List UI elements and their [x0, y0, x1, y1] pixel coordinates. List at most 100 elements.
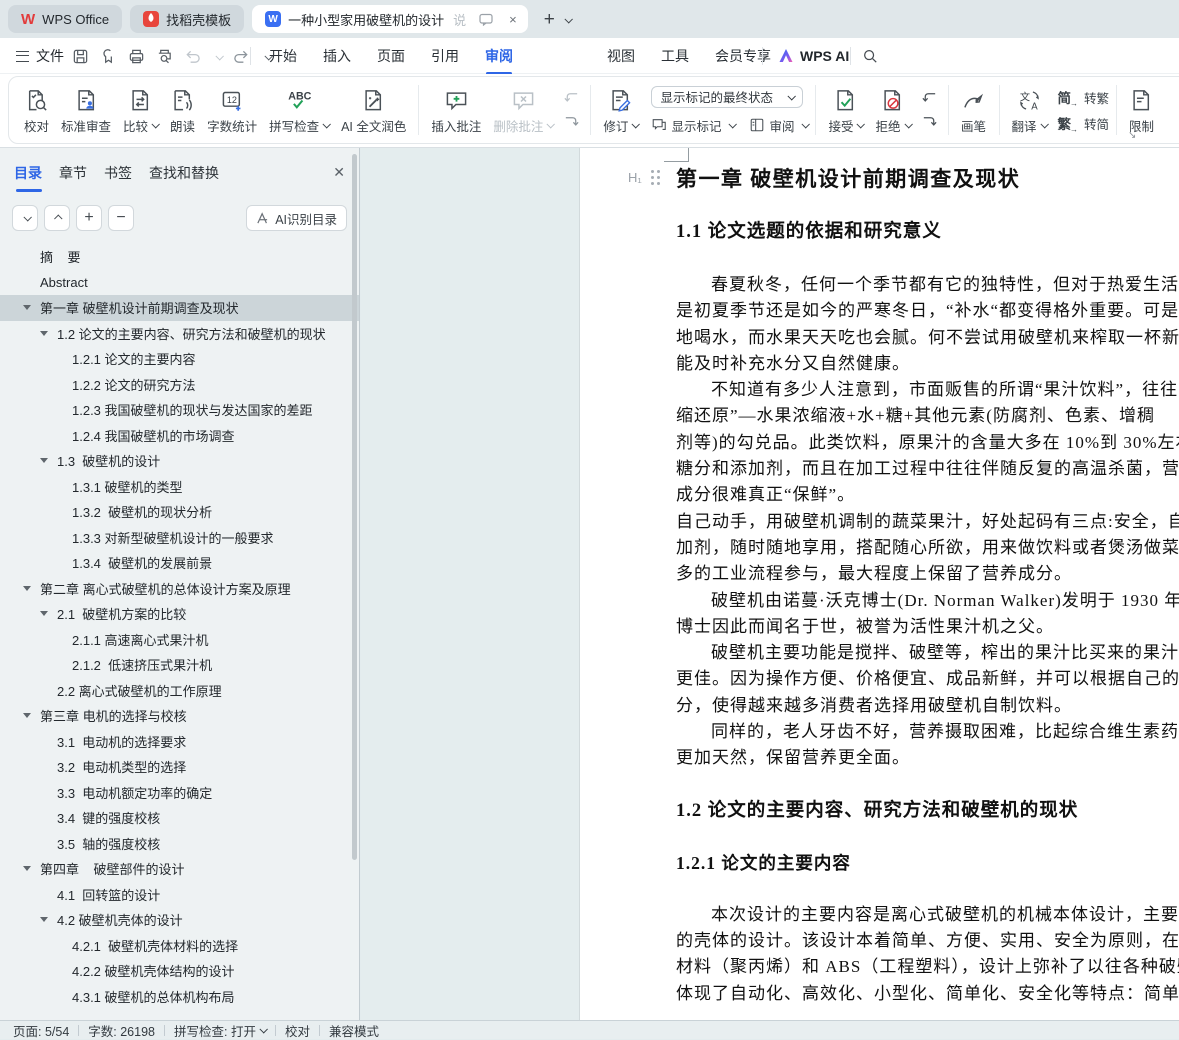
insert-comment-button[interactable]: 插入批注: [426, 83, 486, 138]
proofread-status[interactable]: 校对: [285, 1021, 310, 1040]
toc-item[interactable]: 2.1 破壁机方案的比较: [0, 601, 359, 627]
tab-document-active[interactable]: W 一种小型家用破壁机的设计 说 ×: [252, 5, 528, 33]
toc-item[interactable]: Abstract: [0, 270, 359, 296]
track-changes-button[interactable]: 修订: [598, 83, 643, 138]
print-icon[interactable]: [128, 48, 145, 65]
new-tab-button[interactable]: +: [544, 10, 555, 29]
toc-collapse-icon[interactable]: [23, 585, 31, 595]
menu-tab[interactable]: 视图: [605, 46, 637, 66]
ink-pen-button[interactable]: 画笔: [956, 83, 992, 138]
toc-item[interactable]: 4.2.1 破壁机壳体材料的选择: [0, 933, 359, 959]
standard-review-button[interactable]: 标准审查: [56, 83, 116, 138]
zoom-out-outline-button[interactable]: −: [108, 205, 134, 231]
toc-collapse-icon[interactable]: [40, 458, 48, 467]
toc-item[interactable]: 第四章 破壁部件的设计: [0, 856, 359, 882]
undo-chevron-icon[interactable]: [212, 47, 224, 65]
review-pane-button[interactable]: 审阅: [749, 116, 811, 135]
toc-item[interactable]: 2.2 离心式破壁机的工作原理: [0, 678, 359, 704]
print-preview-icon[interactable]: [156, 48, 173, 65]
navigation-tab[interactable]: 书签: [104, 163, 132, 192]
comment-bubble-icon[interactable]: [479, 13, 493, 26]
toc-item[interactable]: 3.5 轴的强度校核: [0, 831, 359, 857]
wps-ai-menu[interactable]: WPS AI: [778, 38, 849, 74]
toc-item[interactable]: 2.1.1 高速离心式果汁机: [0, 627, 359, 653]
toc-item[interactable]: 1.3.2 破壁机的现状分析: [0, 499, 359, 525]
tab-close-icon[interactable]: ×: [507, 12, 519, 27]
toc-item[interactable]: 1.2.4 我国破壁机的市场调查: [0, 423, 359, 449]
toc-item[interactable]: 第二章 离心式破壁机的总体设计方案及原理: [0, 576, 359, 602]
ai-polish-button[interactable]: AI 全文润色: [336, 83, 411, 138]
show-markup-button[interactable]: 显示标记: [651, 116, 738, 135]
to-simplified-button[interactable]: 繁→ 转简: [1058, 113, 1110, 134]
toc-item[interactable]: 3.2 电动机类型的选择: [0, 754, 359, 780]
toc-item[interactable]: 4.2.2 破壁机壳体结构的设计: [0, 958, 359, 984]
toc-item[interactable]: 1.3 破壁机的设计: [0, 448, 359, 474]
toc-item[interactable]: 1.2 论文的主要内容、研究方法和破壁机的现状: [0, 321, 359, 347]
toc-item[interactable]: 3.3 电动机额定功率的确定: [0, 780, 359, 806]
translate-button[interactable]: 文A 翻译: [1007, 83, 1052, 138]
file-menu[interactable]: 文件: [16, 38, 64, 74]
toc-collapse-icon[interactable]: [40, 917, 48, 926]
toc-item[interactable]: 1.3.4 破壁机的发展前景: [0, 550, 359, 576]
toc-item[interactable]: 1.3.1 破壁机的类型: [0, 474, 359, 500]
menu-tab[interactable]: 会员专享: [713, 46, 773, 66]
save-icon[interactable]: [72, 48, 89, 65]
toc-collapse-icon[interactable]: [23, 866, 31, 875]
toc-item[interactable]: 1.3.3 对新型破壁机设计的一般要求: [0, 525, 359, 551]
expand-all-button[interactable]: [12, 205, 38, 231]
toc-collapse-icon[interactable]: [23, 305, 31, 314]
undo-icon[interactable]: [184, 48, 201, 65]
heading-level-marker[interactable]: H₁: [628, 170, 654, 185]
toc-collapse-icon[interactable]: [40, 611, 48, 620]
page-indicator[interactable]: 页面: 5/54: [13, 1021, 69, 1040]
toc-collapse-icon[interactable]: [40, 330, 48, 340]
word-count-button[interactable]: 12 字数统计: [202, 83, 262, 138]
dialog-launcher-icon[interactable]: ↘: [1128, 130, 1136, 141]
next-revision-icon[interactable]: [920, 114, 939, 131]
compare-button[interactable]: 比较: [118, 83, 163, 138]
toc-item[interactable]: 3.1 电动机的选择要求: [0, 729, 359, 755]
document-page[interactable]: H₁ 第一章 破壁机设计前期调查及现状 1.1 论文选题的依据和研究意义 春夏秋冬，…: [580, 148, 1179, 1020]
tab-docer-templates[interactable]: 找稻壳模板: [130, 5, 245, 33]
spell-check-status[interactable]: 拼写检查: 打开: [174, 1021, 268, 1040]
menu-tab[interactable]: 开始: [267, 46, 299, 66]
menu-tab[interactable]: 审阅: [483, 46, 515, 66]
toc-item[interactable]: 第三章 电机的选择与校核: [0, 703, 359, 729]
navigation-tab[interactable]: 章节: [59, 163, 87, 192]
toc-item[interactable]: 1.2.1 论文的主要内容: [0, 346, 359, 372]
reject-revision-button[interactable]: 拒绝: [870, 83, 915, 138]
menu-tab[interactable]: 页面: [375, 46, 407, 66]
toc-item[interactable]: 摘 要: [0, 244, 359, 270]
toc-item[interactable]: 第一章 破壁机设计前期调查及现状: [0, 295, 359, 321]
word-count-indicator[interactable]: 字数: 26198: [88, 1021, 155, 1040]
previous-revision-icon[interactable]: [920, 90, 939, 107]
next-comment-icon[interactable]: [562, 114, 581, 131]
to-traditional-button[interactable]: 简→ 转繁: [1058, 87, 1110, 108]
toc-item[interactable]: 1.2.3 我国破壁机的现状与发达国家的差距: [0, 397, 359, 423]
menu-tab[interactable]: 插入: [321, 46, 353, 66]
previous-comment-icon[interactable]: [562, 90, 581, 107]
toc-scrollbar[interactable]: [352, 154, 357, 860]
toc-collapse-icon[interactable]: [23, 713, 31, 722]
drag-handle-icon[interactable]: [650, 170, 654, 173]
navigation-tab[interactable]: 查找和替换: [149, 163, 219, 192]
accept-revision-button[interactable]: 接受: [823, 83, 868, 138]
menu-tab[interactable]: 工具: [659, 46, 691, 66]
search-icon[interactable]: [862, 38, 878, 74]
toc-item[interactable]: 3.4 键的强度校核: [0, 805, 359, 831]
menu-tab[interactable]: 引用: [429, 46, 461, 66]
markup-state-dropdown[interactable]: 显示标记的最终状态: [651, 85, 804, 108]
collapse-all-button[interactable]: [44, 205, 70, 231]
document-content[interactable]: 第一章 破壁机设计前期调查及现状 1.1 论文选题的依据和研究意义 春夏秋冬，任何一…: [676, 148, 1179, 1007]
ai-recognize-toc-button[interactable]: AI识别目录: [246, 205, 347, 231]
spell-check-button[interactable]: ABC 拼写检查: [264, 83, 334, 138]
toc-item[interactable]: 4.3.1 破壁机的总体机构布局: [0, 984, 359, 1010]
navigation-tab[interactable]: 目录: [14, 163, 42, 192]
redo-icon[interactable]: [233, 48, 250, 65]
toc-item[interactable]: 1.2.2 论文的研究方法: [0, 372, 359, 398]
toc-item[interactable]: 4.1 回转篮的设计: [0, 882, 359, 908]
tab-list-chevron-icon[interactable]: [561, 10, 573, 28]
zoom-in-outline-button[interactable]: +: [76, 205, 102, 231]
delete-comment-button[interactable]: 删除批注: [488, 83, 558, 138]
tab-wps-home[interactable]: W WPS Office: [8, 5, 123, 33]
